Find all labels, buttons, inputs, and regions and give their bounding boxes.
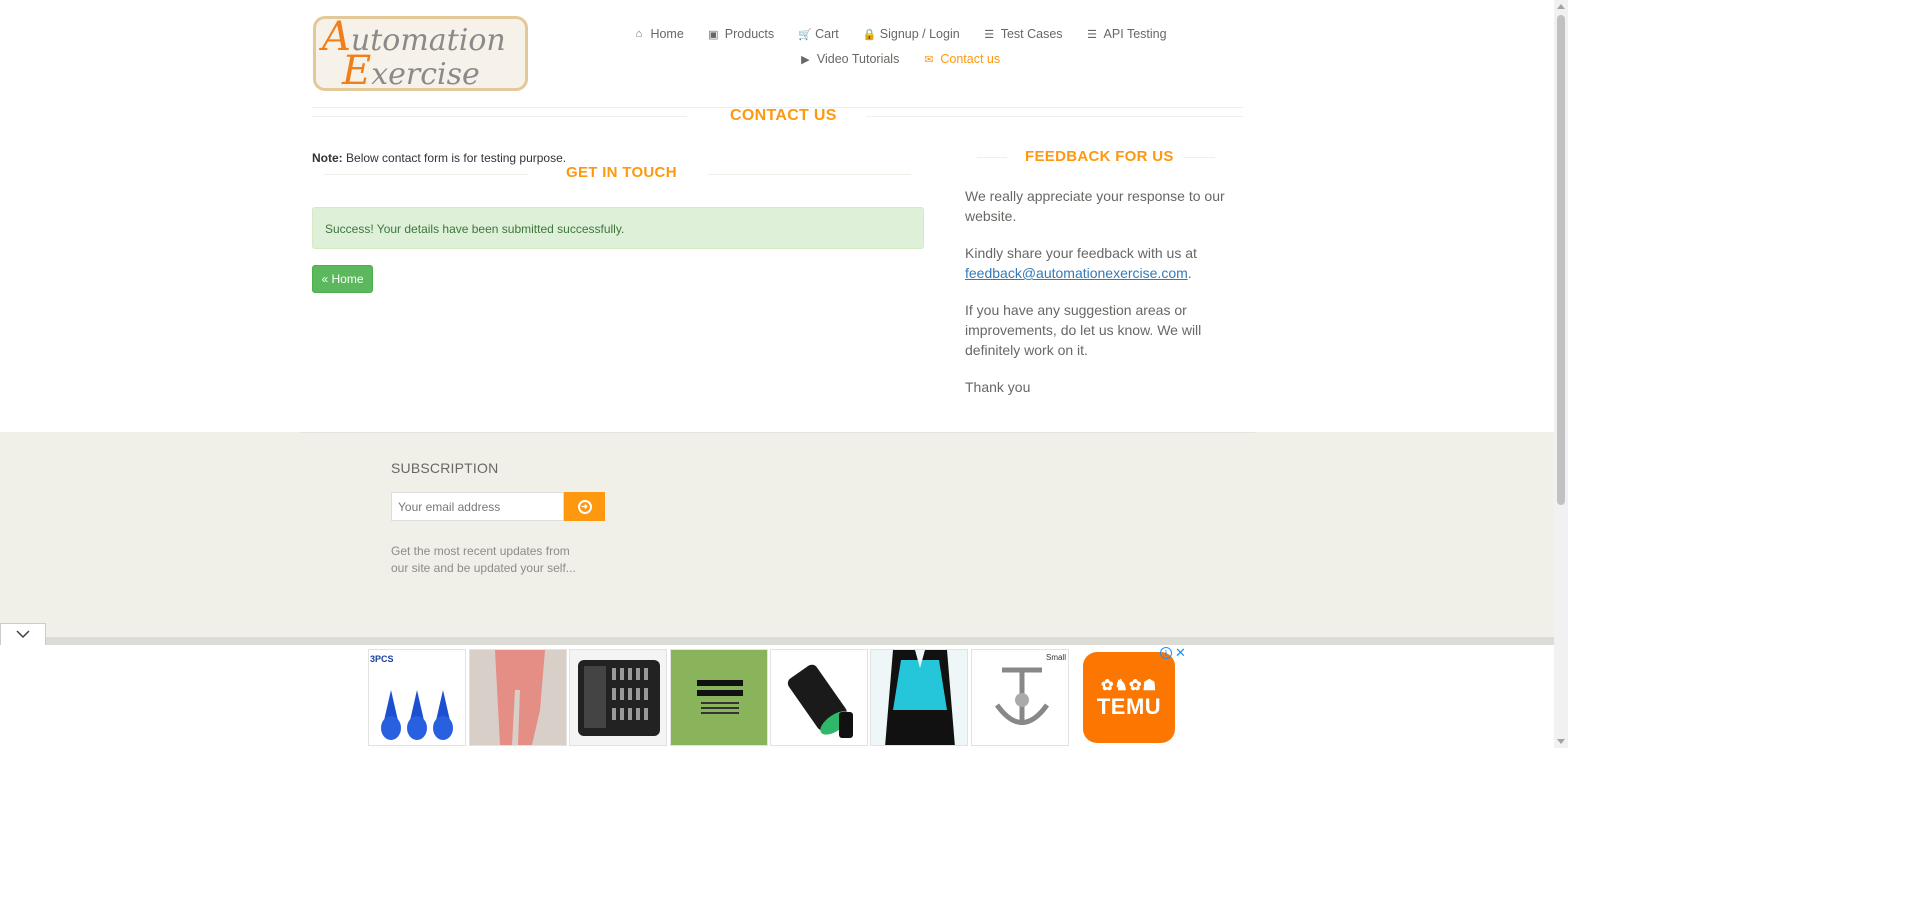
subscribe-email-input[interactable] [391, 492, 564, 521]
ad-info-icon[interactable]: i [1160, 647, 1172, 659]
feedback-p2: Kindly share your feedback with us at fe… [965, 245, 1197, 281]
ad-product-anchor-hooks[interactable]: Small [971, 649, 1069, 746]
lock-icon: 🔒 [862, 28, 877, 41]
site-logo[interactable]: Automation Exercise [313, 16, 528, 91]
page-scrollbar[interactable] [1554, 0, 1568, 748]
youtube-icon: ▶ [801, 53, 810, 66]
nav-home[interactable]: ⌂ Home [621, 27, 695, 41]
feedback-p3: If you have any suggestion areas or impr… [965, 302, 1202, 358]
nav-video-tutorials[interactable]: ▶ Video Tutorials [788, 52, 911, 66]
home-icon: ⌂ [635, 28, 643, 40]
ad-product-teal-dress[interactable] [870, 649, 968, 746]
feedback-text: We really appreciate your response to ou… [965, 186, 1225, 414]
feedback-rule-right [1183, 157, 1215, 158]
ad-product-monocular[interactable] [770, 649, 868, 746]
nav-signup-login[interactable]: 🔒 Signup / Login [851, 27, 972, 41]
products-icon: ▣ [708, 28, 719, 41]
toolkit-image [578, 660, 660, 736]
feedback-p4: Thank you [965, 379, 1031, 395]
subscription-title: SUBSCRIPTION [391, 460, 499, 476]
chevron-down-icon [16, 630, 30, 639]
ad-label-3pcs: 3PCS [370, 654, 394, 664]
nav-test-cases[interactable]: ☰ Test Cases [972, 27, 1075, 41]
feedback-p1: We really appreciate your response to ou… [965, 188, 1225, 224]
ad-product-screwdriver-set[interactable] [569, 649, 667, 746]
ad-close-icon[interactable]: ✕ [1175, 645, 1186, 661]
temu-ad-logo[interactable]: ✿♞✿☗ TEMU [1083, 652, 1175, 743]
tshirt-image [697, 680, 743, 714]
touch-rule-right [708, 174, 911, 175]
scroll-down-icon[interactable] [1557, 739, 1565, 744]
subscribe-button[interactable]: ➜ [564, 492, 605, 521]
envelope-icon: ✉ [924, 53, 934, 66]
nav-products[interactable]: ▣ Products [696, 27, 786, 41]
scroll-up-icon[interactable] [1557, 4, 1565, 9]
temu-icons: ✿♞✿☗ [1100, 676, 1158, 694]
subscription-description: Get the most recent updates from our sit… [391, 544, 576, 575]
feedback-email-link[interactable]: feedback@automationexercise.com [965, 265, 1188, 281]
logo-line-2: Exercise [342, 48, 480, 91]
feedback-title: FEEDBACK FOR US [1025, 148, 1174, 165]
scrollbar-thumb[interactable] [1557, 15, 1565, 505]
title-rule-left [312, 116, 687, 117]
ad-collapse-button[interactable] [0, 623, 46, 645]
ad-product-pink-leggings[interactable] [469, 649, 567, 746]
anchor-image [994, 667, 1050, 725]
success-alert: Success! Your details have been submitte… [312, 207, 924, 249]
get-in-touch-title: GET IN TOUCH [566, 164, 677, 181]
ad-product-blue-cones[interactable]: 3PCS [368, 649, 466, 746]
nav-cart[interactable]: 🛒 Cart [786, 27, 851, 41]
nav-contact-us[interactable]: ✉ Contact us [911, 52, 1012, 66]
ad-label-small: Small [1045, 653, 1066, 662]
cart-icon: 🛒 [798, 28, 812, 41]
title-rule-right [866, 116, 1243, 117]
list-icon: ☰ [984, 28, 995, 41]
home-button[interactable]: « Home [312, 265, 373, 293]
arrow-circle-right-icon: ➜ [577, 499, 592, 514]
nav-row-1: ⌂ Home ▣ Products 🛒 Cart 🔒 Signup / Login ☰ T… [630, 22, 1170, 46]
leggings-image [495, 650, 545, 745]
form-note: Note: Below contact form is for testing … [312, 151, 567, 165]
ad-bar-edge [46, 637, 1554, 645]
main-nav: ⌂ Home ▣ Products 🛒 Cart 🔒 Signup / Login ☰ T… [630, 22, 1170, 71]
page-title: CONTACT US [730, 107, 837, 124]
nav-api-testing[interactable]: ☰ API Testing [1075, 27, 1179, 41]
dress-image [885, 650, 955, 745]
temu-wordmark: TEMU [1096, 693, 1162, 719]
blue-cone-image [381, 690, 453, 740]
feedback-rule-left [977, 157, 1007, 158]
monocular-image [787, 664, 853, 738]
footer-divider [300, 432, 1255, 433]
list-icon: ☰ [1087, 28, 1097, 41]
nav-row-2: ▶ Video Tutorials ✉ Contact us [630, 47, 1170, 71]
ad-product-green-tshirt[interactable] [670, 649, 768, 746]
touch-rule-left [324, 174, 528, 175]
footer [0, 432, 1554, 638]
